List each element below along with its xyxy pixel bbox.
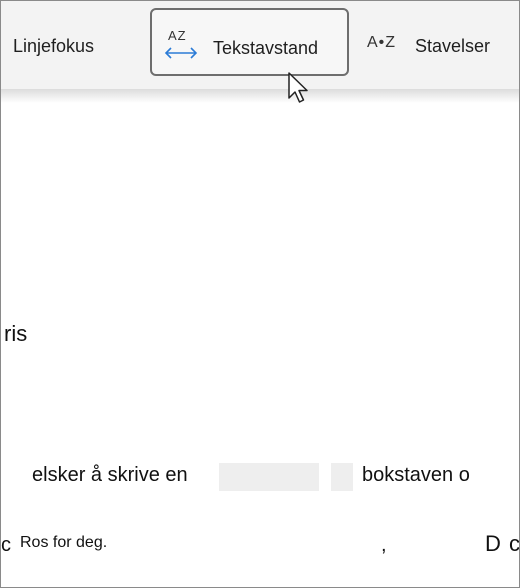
text-spacing-label: Tekstavstand xyxy=(213,38,319,58)
mouse-pointer-icon xyxy=(288,72,308,103)
reader-window: Linjefokus AZ Tekstavstand A•Z Stavelser… xyxy=(0,0,520,588)
line-focus-button[interactable]: Linjefokus xyxy=(13,36,94,57)
syllables-label: Stavelser xyxy=(415,36,491,56)
text-fragment-d: D xyxy=(485,531,501,556)
syllables-icon: A•Z xyxy=(367,34,397,51)
text-spacing-icon: AZ xyxy=(162,28,200,62)
text-fragment-ros: Ros for deg. xyxy=(20,534,108,551)
text-fragment-comma: , xyxy=(381,534,387,556)
text-fragment-bokstaven: bokstaven o xyxy=(362,464,470,486)
double-arrow-icon xyxy=(164,47,198,59)
text-fragment-elsker: elsker å skrive en xyxy=(32,464,188,486)
syllables-button[interactable]: A•Z Stavelser xyxy=(363,23,513,67)
text-fragment-ris: ris xyxy=(4,321,28,346)
reading-toolbar: Linjefokus AZ Tekstavstand A•Z Stavelser xyxy=(1,1,519,89)
word-gap xyxy=(331,463,353,491)
text-spacing-button[interactable]: AZ Tekstavstand xyxy=(150,8,349,76)
text-fragment-c: c xyxy=(1,534,11,556)
word-gap xyxy=(219,463,319,491)
toolbar-shadow xyxy=(1,89,519,103)
text-fragment-c2: c xyxy=(509,531,520,556)
